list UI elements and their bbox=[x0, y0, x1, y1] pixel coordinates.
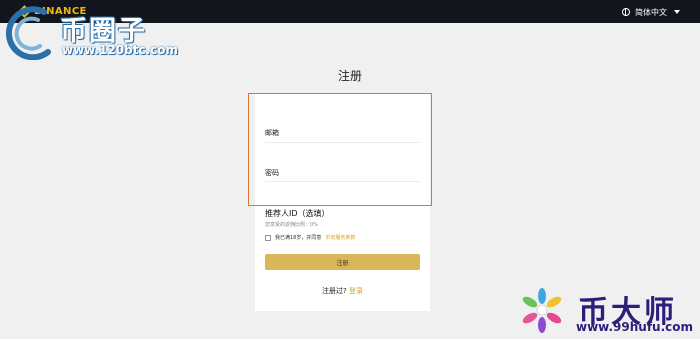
watermark-url: www.120btc.com bbox=[62, 43, 178, 57]
agree-terms-row: 我已满18岁，并同意 币安服务条款 bbox=[265, 233, 355, 242]
page-title: 注册 bbox=[337, 69, 362, 83]
watermark-logo-icon bbox=[6, 6, 51, 61]
language-selector[interactable]: 简体中文 bbox=[622, 5, 680, 19]
terms-link[interactable]: 币安服务条款 bbox=[325, 234, 355, 241]
referral-label: 推荐人ID（选填） bbox=[265, 209, 330, 218]
email-field[interactable] bbox=[265, 142, 420, 143]
register-button-label: 注册 bbox=[336, 259, 349, 267]
password-field[interactable] bbox=[265, 181, 420, 182]
login-prompt: 注册过? bbox=[322, 287, 347, 295]
agree-text: 我已满18岁，并同意 bbox=[275, 235, 322, 241]
language-label: 简体中文 bbox=[635, 7, 667, 17]
flower-logo-icon bbox=[522, 288, 562, 333]
agree-checkbox[interactable] bbox=[265, 234, 271, 241]
globe-icon bbox=[622, 8, 630, 16]
register-button[interactable]: 注册 bbox=[265, 254, 420, 270]
watermark-bottom-right: 币大师 www.99hufu.com bbox=[510, 285, 700, 336]
password-label: 密码 bbox=[265, 169, 279, 177]
login-link[interactable]: 登录 bbox=[349, 287, 363, 295]
highlight-box bbox=[248, 93, 432, 206]
email-label: 邮箱 bbox=[265, 129, 279, 137]
watermark-top-left: 币圈子 www.120btc.com bbox=[4, 6, 178, 61]
referral-hint: 您享受的返佣比例：0% bbox=[265, 222, 318, 228]
watermark-url: www.99hufu.com bbox=[576, 320, 694, 334]
login-prompt-row: 注册过? 登录 bbox=[255, 286, 430, 296]
chevron-down-icon bbox=[674, 10, 680, 14]
